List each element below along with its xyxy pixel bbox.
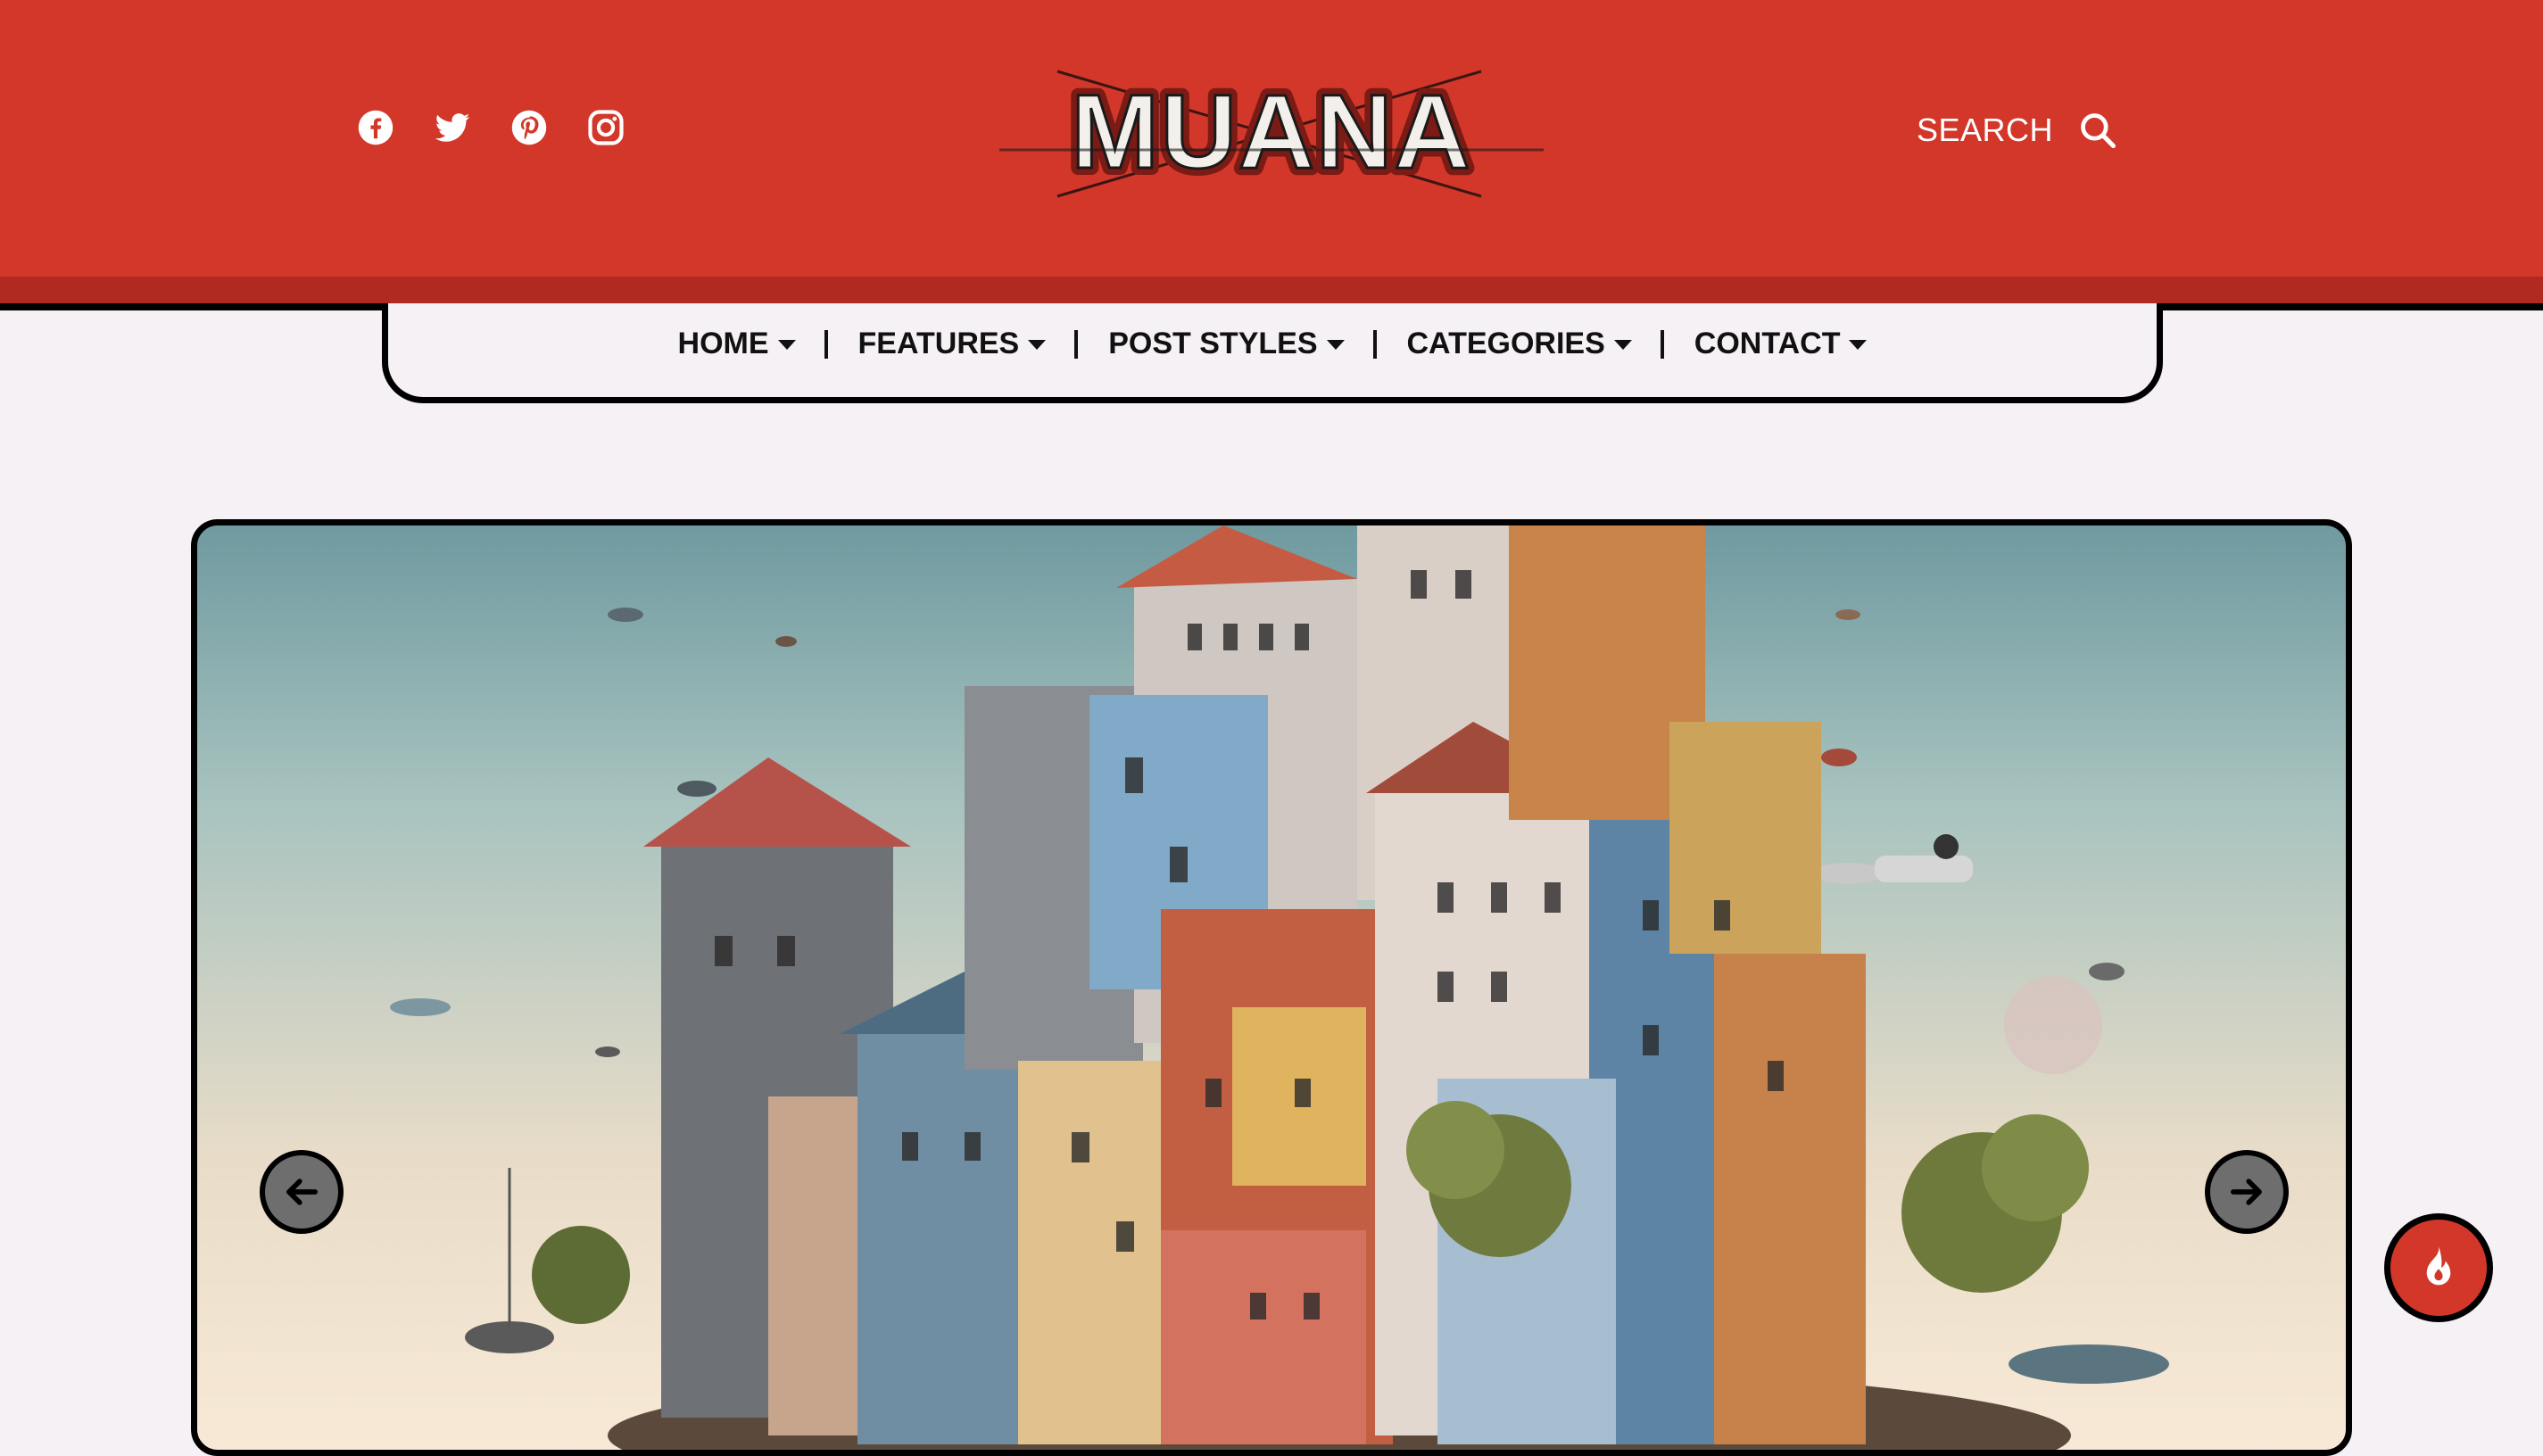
slider-next-button[interactable] bbox=[2205, 1150, 2289, 1234]
nav-separator bbox=[1074, 329, 1079, 359]
nav-item-label: HOME bbox=[677, 327, 769, 360]
caret-down-icon bbox=[1326, 340, 1345, 350]
arrow-left-icon bbox=[286, 1179, 318, 1205]
instagram-icon[interactable] bbox=[587, 109, 625, 146]
nav-separator bbox=[824, 329, 828, 359]
nav-item-label: CONTACT bbox=[1694, 327, 1841, 360]
pinterest-icon[interactable] bbox=[510, 109, 548, 146]
nav-item-home[interactable]: HOME bbox=[678, 327, 796, 361]
nav-item-post-styles[interactable]: POST STYLES bbox=[1108, 327, 1345, 361]
nav-item-label: POST STYLES bbox=[1108, 327, 1318, 360]
hero-slider[interactable] bbox=[191, 519, 2352, 1456]
slider-prev-button[interactable] bbox=[260, 1150, 344, 1234]
nav-separator bbox=[1372, 329, 1377, 359]
facebook-icon[interactable] bbox=[357, 109, 394, 146]
nav-item-categories[interactable]: CATEGORIES bbox=[1407, 327, 1632, 361]
caret-down-icon bbox=[777, 340, 796, 350]
site-header: MUANA MUANA SEARCH bbox=[0, 0, 2543, 277]
site-logo[interactable]: MUANA MUANA bbox=[964, 62, 1579, 205]
hero-image bbox=[390, 525, 2169, 1450]
search-icon bbox=[2081, 113, 2116, 148]
search-label: SEARCH bbox=[1917, 112, 2054, 148]
social-links bbox=[357, 109, 625, 146]
caret-down-icon bbox=[1028, 340, 1047, 350]
search-button[interactable]: SEARCH bbox=[1917, 111, 2117, 150]
trending-button[interactable] bbox=[2384, 1213, 2493, 1322]
nav-item-label: CATEGORIES bbox=[1406, 327, 1605, 360]
nav-item-label: FEATURES bbox=[857, 327, 1020, 360]
caret-down-icon bbox=[1849, 340, 1868, 350]
nav-separator bbox=[1660, 329, 1664, 359]
main-nav: HOME FEATURES POST STYLES CATEGORIES CON… bbox=[382, 303, 2163, 403]
nav-item-contact[interactable]: CONTACT bbox=[1694, 327, 1868, 361]
svg-text:MUANA: MUANA bbox=[1071, 73, 1471, 191]
arrow-right-icon bbox=[2231, 1179, 2262, 1205]
twitter-icon[interactable] bbox=[434, 109, 471, 146]
flame-icon bbox=[2426, 1245, 2451, 1286]
caret-down-icon bbox=[1613, 340, 1632, 350]
nav-item-features[interactable]: FEATURES bbox=[858, 327, 1047, 361]
